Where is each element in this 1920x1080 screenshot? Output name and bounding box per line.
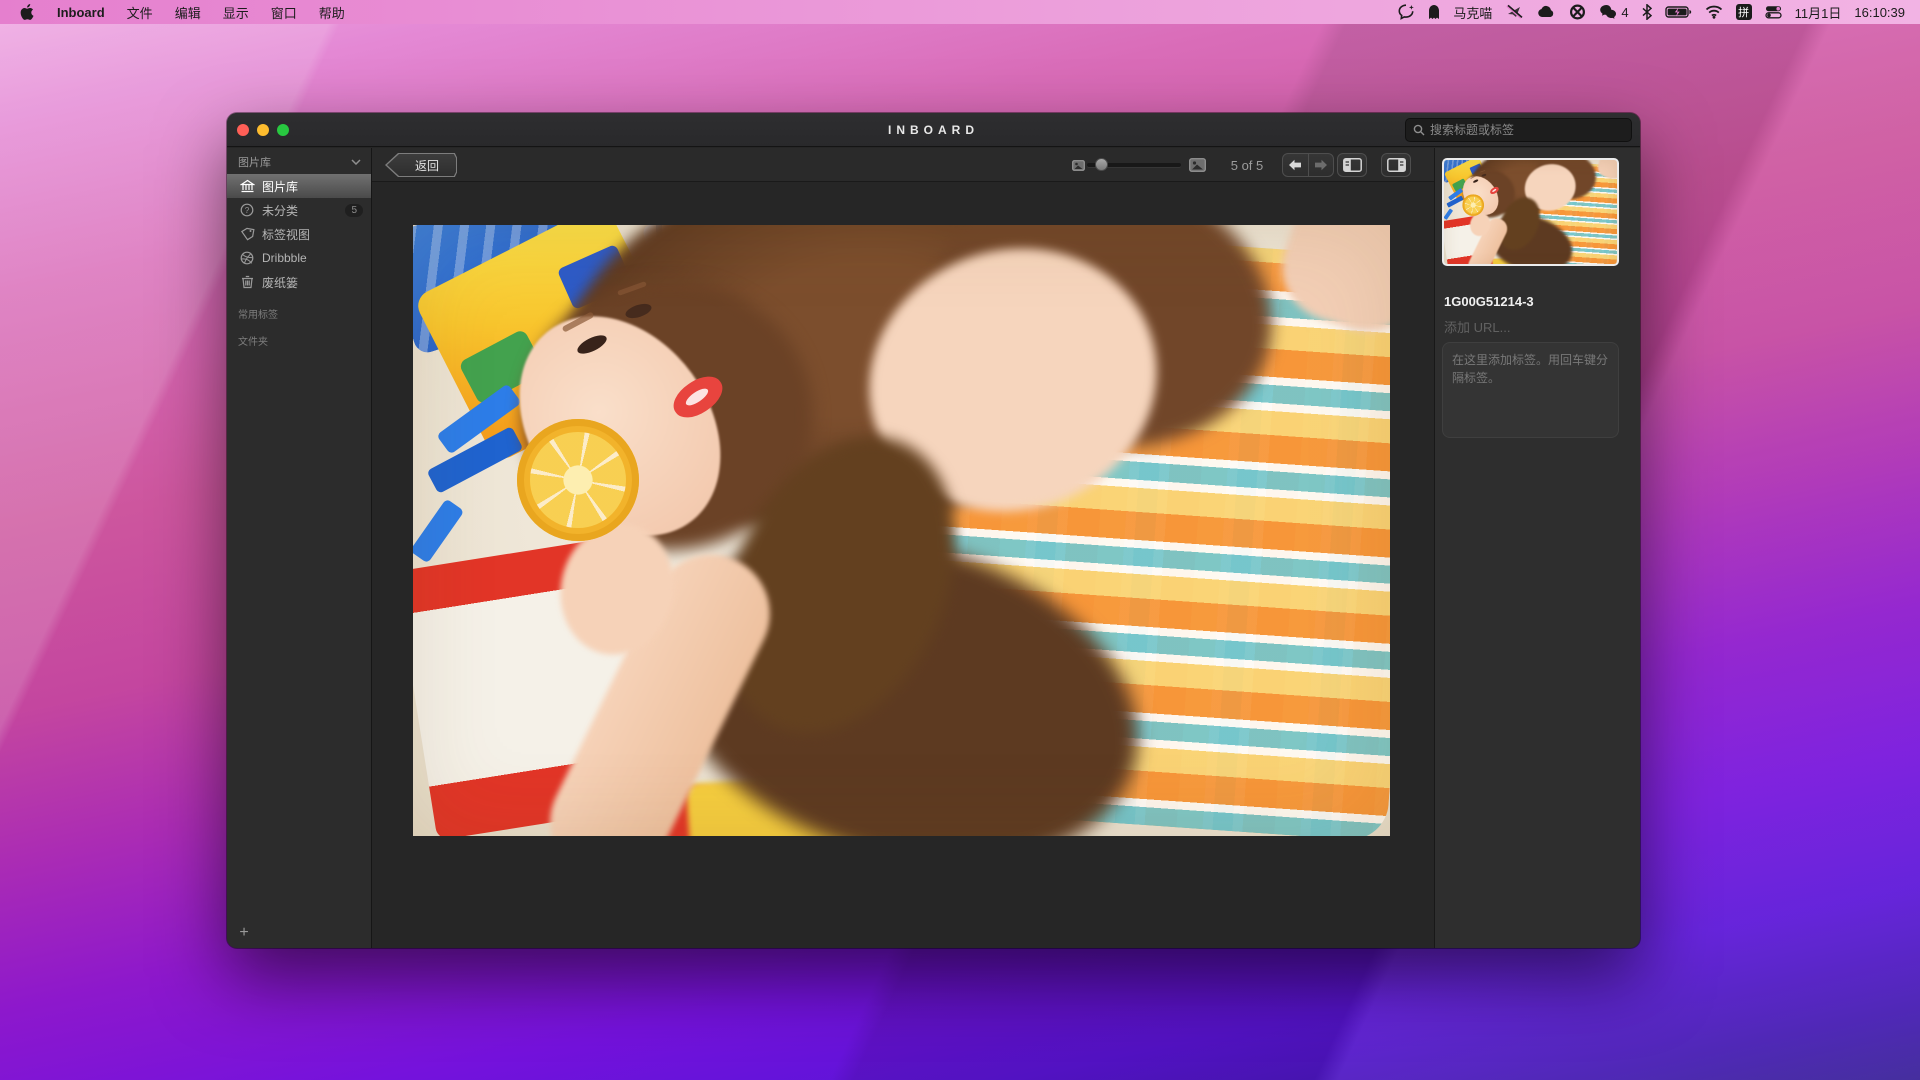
- muted-icon[interactable]: [1502, 0, 1526, 24]
- tags-input[interactable]: [1442, 342, 1619, 438]
- sidebar-right-layout-icon: [1387, 158, 1406, 172]
- wechat-icon: [1599, 4, 1618, 20]
- zoom-slider-track[interactable]: [1087, 163, 1181, 167]
- next-image-button[interactable]: [1309, 154, 1334, 176]
- thumbnail-art: [1444, 160, 1617, 266]
- search-input[interactable]: [1430, 123, 1624, 137]
- back-button-label: 返回: [385, 153, 457, 177]
- main-content: 返回 5 of 5: [372, 148, 1434, 948]
- bluetooth-icon[interactable]: [1639, 0, 1655, 24]
- small-image-icon: [1072, 160, 1085, 171]
- question-icon: ?: [239, 203, 255, 217]
- image-thumbnail[interactable]: [1442, 158, 1619, 266]
- search-field[interactable]: [1405, 118, 1632, 142]
- ime-icon: 拼: [1736, 4, 1752, 20]
- photo-art-vignette: [413, 225, 1390, 836]
- menu-item-view[interactable]: 显示: [212, 0, 260, 24]
- apple-icon: [20, 4, 34, 20]
- library-selector[interactable]: 图片库: [227, 148, 371, 174]
- sidebar-item-library[interactable]: 图片库: [227, 174, 371, 198]
- menu-bar-left: Inboard 文件 编辑 显示 窗口 帮助: [0, 0, 356, 24]
- sidebar-item-dribbble[interactable]: Dribbble: [227, 246, 371, 270]
- image-counter: 5 of 5: [1217, 148, 1277, 182]
- large-image-icon: [1189, 158, 1206, 172]
- menu-bar: Inboard 文件 编辑 显示 窗口 帮助 马克喵: [0, 0, 1920, 24]
- library-selector-label: 图片库: [238, 154, 271, 170]
- sidebar-left-layout-icon: [1343, 158, 1362, 172]
- toggle-inspector-panel-button[interactable]: [1381, 153, 1411, 177]
- sidebar-item-label: 废纸篓: [262, 274, 298, 291]
- photo-art-vignette: [1444, 160, 1617, 266]
- previous-image-button[interactable]: [1283, 154, 1309, 176]
- toolbar: 返回 5 of 5: [372, 148, 1434, 182]
- inspector-panel: 1G00G51214-3: [1434, 148, 1640, 948]
- wechat-unread-count: 4: [1621, 5, 1628, 20]
- image-navigation: [1282, 153, 1334, 177]
- menu-item-window[interactable]: 窗口: [260, 0, 308, 24]
- tag-icon: [239, 227, 255, 241]
- toggle-thumbnails-panel-button[interactable]: [1337, 153, 1367, 177]
- library-icon: [239, 179, 255, 193]
- apple-menu[interactable]: [0, 4, 46, 20]
- zoom-slider-knob[interactable]: [1095, 158, 1108, 171]
- menu-item-help[interactable]: 帮助: [308, 0, 356, 24]
- chat-sparkle-icon[interactable]: [1395, 0, 1418, 24]
- sidebar-item-label: 标签视图: [262, 226, 310, 243]
- sidebar: 图片库 图片库 ? 未分类 5: [227, 148, 372, 948]
- menu-item-inboard[interactable]: Inboard: [46, 0, 116, 24]
- desktop: Inboard 文件 编辑 显示 窗口 帮助 马克喵: [0, 0, 1920, 1080]
- sidebar-item-trash[interactable]: 废纸篓: [227, 270, 371, 294]
- url-input[interactable]: [1444, 320, 1614, 335]
- status-bar: 马克喵 4 拼: [1395, 0, 1920, 24]
- sidebar-item-uncategorized[interactable]: ? 未分类 5: [227, 198, 371, 222]
- svg-text:?: ?: [245, 206, 250, 215]
- sidebar-item-tag-view[interactable]: 标签视图: [227, 222, 371, 246]
- sidebar-item-label: 未分类: [262, 202, 298, 219]
- dribbble-icon: [239, 251, 255, 265]
- cloud-icon[interactable]: [1533, 0, 1559, 24]
- section-frequent-tags: 常用标签: [227, 294, 371, 321]
- wifi-icon[interactable]: [1702, 0, 1726, 24]
- wechat-status[interactable]: 4: [1596, 0, 1631, 24]
- status-date[interactable]: 11月1日: [1792, 0, 1845, 24]
- chevron-down-icon: [351, 159, 361, 165]
- inboard-window: INBOARD 图片库 图片库: [227, 113, 1640, 948]
- control-center-icon[interactable]: [1762, 0, 1785, 24]
- menu-item-edit[interactable]: 编辑: [164, 0, 212, 24]
- count-badge: 5: [345, 204, 363, 217]
- knot-icon[interactable]: [1566, 0, 1589, 24]
- trash-icon: [239, 275, 255, 289]
- status-time[interactable]: 16:10:39: [1851, 0, 1908, 24]
- battery-charging-icon[interactable]: [1662, 0, 1695, 24]
- title-bar: INBOARD: [227, 113, 1640, 147]
- back-button[interactable]: 返回: [385, 153, 457, 177]
- section-folders: 文件夹: [227, 321, 371, 348]
- search-icon: [1413, 124, 1425, 136]
- photo-viewer[interactable]: [413, 225, 1390, 836]
- image-title: 1G00G51214-3: [1444, 294, 1534, 309]
- status-username[interactable]: 马克喵: [1450, 0, 1495, 24]
- ghost-icon[interactable]: [1425, 0, 1443, 24]
- menu-item-file[interactable]: 文件: [116, 0, 164, 24]
- window-body: 图片库 图片库 ? 未分类 5: [227, 148, 1640, 948]
- input-method-switcher[interactable]: 拼: [1733, 0, 1755, 24]
- sidebar-item-label: Dribbble: [262, 251, 307, 265]
- add-button[interactable]: +: [235, 924, 253, 942]
- sidebar-item-label: 图片库: [262, 178, 298, 195]
